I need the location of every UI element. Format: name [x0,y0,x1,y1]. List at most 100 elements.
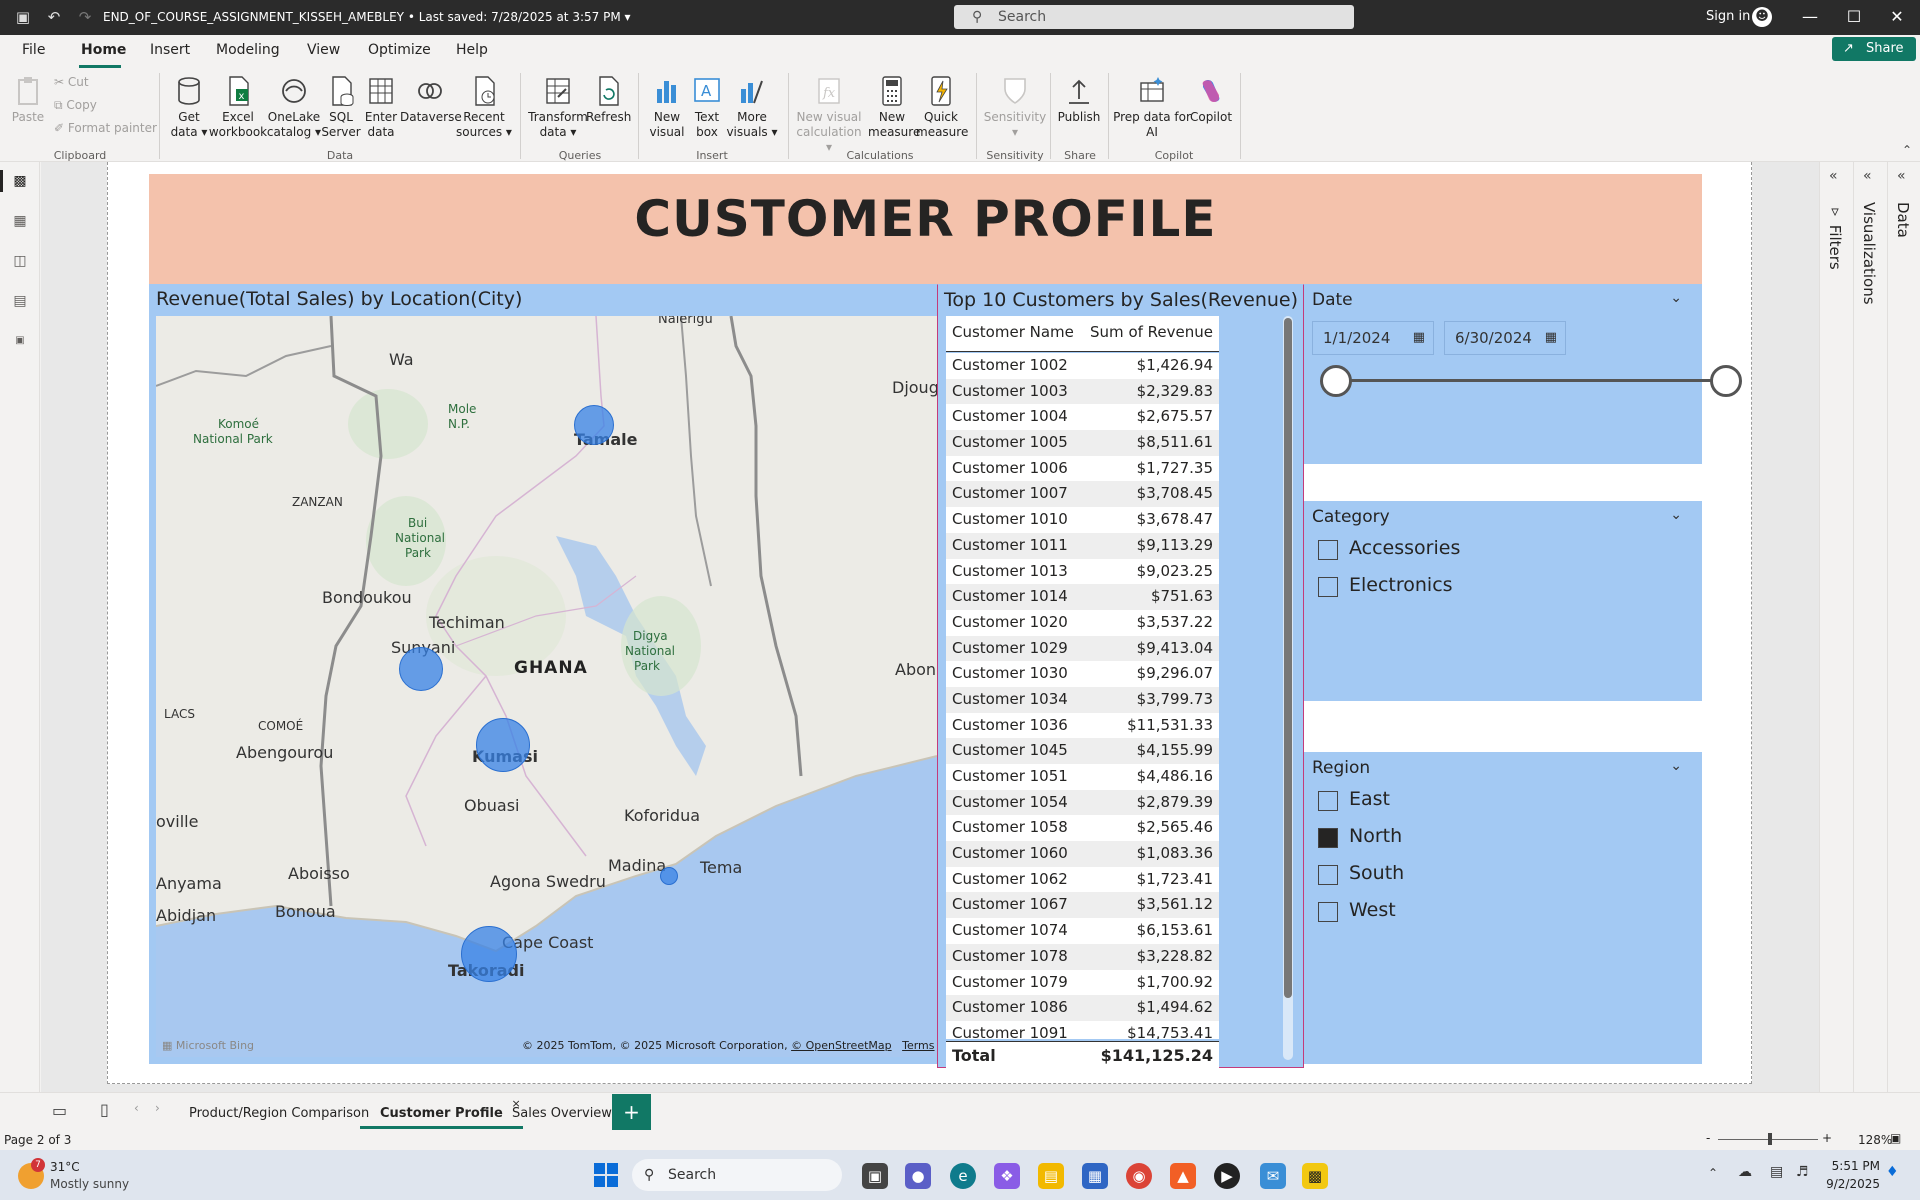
menu-help[interactable]: Help [456,42,488,58]
minimize-icon[interactable]: — [1798,5,1822,29]
table-row[interactable]: Customer 1004 $2,675.57 [946,404,1219,430]
table-row[interactable]: Customer 1013 $9,023.25 [946,559,1219,585]
new-measure-button[interactable]: New measure [868,75,920,140]
paste-button[interactable]: Paste [10,75,46,125]
table-row[interactable]: Customer 1030 $9,296.07 [946,661,1219,687]
avatar-icon[interactable]: ☻ [1752,7,1772,27]
windows-start-icon[interactable] [594,1163,618,1187]
publish-button[interactable]: Publish [1054,75,1104,125]
table-row[interactable]: Customer 1067 $3,561.12 [946,892,1219,919]
table-row[interactable]: Customer 1002 $1,426.94 [946,353,1219,379]
table-row[interactable]: Customer 1062 $1,723.41 [946,867,1219,893]
chrome-icon[interactable]: ◉ [1126,1163,1152,1189]
store-icon[interactable]: ▦ [1082,1163,1108,1189]
network-icon[interactable]: ▤ [1770,1164,1783,1180]
calendar-icon[interactable]: ▦ [1413,322,1425,354]
tab-scroll-right-icon[interactable]: › [155,1101,160,1115]
media-player-icon[interactable]: ▶ [1214,1163,1240,1189]
checkbox[interactable] [1318,865,1338,885]
map-bubble-sunyani[interactable] [399,647,443,691]
fit-to-page-icon[interactable]: ▣ [1890,1131,1901,1145]
top-customers-table-visual[interactable]: Top 10 Customers by Sales(Revenue) Custo… [937,284,1304,1069]
chevron-down-icon[interactable]: ⌄ [1670,507,1682,523]
map-bubble-takoradi[interactable] [461,926,517,982]
zoom-in-button[interactable]: + [1822,1131,1832,1145]
region-slicer[interactable]: Region ⌄ East North South West [1304,752,1702,1064]
tab-product-region-comparison[interactable]: Product/Region Comparison [189,1099,369,1129]
menu-insert[interactable]: Insert [150,42,190,58]
column-header-customer-name[interactable]: Customer Name [952,323,1074,341]
end-date-input[interactable]: 6/30/2024 ▦ [1444,321,1566,355]
report-view-icon[interactable]: ▩ [10,172,30,190]
menu-home[interactable]: Home [81,42,126,58]
close-icon[interactable]: ✕ [1885,5,1909,29]
map-visual[interactable]: Revenue(Total Sales) by Location(City) N… [149,284,937,1064]
tmdl-view-icon[interactable]: ▣ [10,332,30,350]
table-row[interactable]: Customer 1086 $1,494.62 [946,995,1219,1021]
task-view-icon[interactable]: ▣ [862,1163,888,1189]
format-painter-button[interactable]: ✐ Format painter [54,121,157,135]
table-row[interactable]: Customer 1014 $751.63 [946,584,1219,610]
table-row[interactable]: Customer 1005 $8,511.61 [946,430,1219,456]
recent-sources-button[interactable]: Recent sources ▾ [456,75,512,140]
slider-start-handle[interactable] [1320,365,1352,397]
map-bubble-tamale[interactable] [574,405,614,445]
sign-in-link[interactable]: Sign in [1706,9,1750,24]
enter-data-button[interactable]: Enter data [358,75,404,140]
bell-icon[interactable]: ♦ [1886,1164,1899,1180]
get-data-button[interactable]: Get data ▾ [164,75,214,140]
model-view-icon[interactable]: ◫ [10,252,30,270]
map-bubble-tema[interactable] [660,867,678,885]
onedrive-icon[interactable]: ☁ [1738,1164,1752,1180]
table-row[interactable]: Customer 1006 $1,727.35 [946,456,1219,482]
table-scrollbar[interactable] [1283,316,1293,1060]
category-slicer[interactable]: Category ⌄ Accessories Electronics [1304,501,1702,701]
prep-data-for-ai-button[interactable]: Prep data for AI [1112,75,1192,140]
visualizations-pane-collapsed[interactable]: « Visualizations [1853,162,1886,1092]
text-box-button[interactable]: A Text box [688,75,726,140]
excel-workbook-button[interactable]: x Excel workbook [208,75,268,140]
taskbar-search[interactable]: ⚲ Search [632,1159,842,1191]
osm-link[interactable]: © OpenStreetMap [791,1039,892,1052]
terms-link[interactable]: Terms [902,1039,934,1052]
table-row[interactable]: Customer 1079 $1,700.92 [946,970,1219,996]
calendar-icon[interactable]: ▦ [1545,322,1557,354]
table-row[interactable]: Customer 1060 $1,083.36 [946,841,1219,867]
volume-icon[interactable]: ♬ [1796,1164,1809,1180]
table-row[interactable]: Customer 1078 $3,228.82 [946,943,1219,970]
tab-scroll-left-icon[interactable]: ‹ [134,1101,139,1115]
table-row[interactable]: Customer 1051 $4,486.16 [946,764,1219,790]
table-row[interactable]: Customer 1029 $9,413.04 [946,635,1219,662]
undo-icon[interactable]: ↶ [45,8,63,26]
chevrons-left-icon[interactable]: « [1897,168,1906,184]
mobile-layout-icon[interactable]: ▯ [100,1100,109,1119]
menu-file[interactable]: File [22,42,45,58]
table-row[interactable]: Customer 1058 $2,565.46 [946,815,1219,841]
column-header-sum-of-revenue[interactable]: Sum of Revenue [1090,323,1213,341]
copy-button[interactable]: ⧉ Copy [54,98,97,113]
table-row[interactable]: Customer 1045 $4,155.99 [946,738,1219,764]
refresh-button[interactable]: Refresh [586,75,631,125]
more-visuals-button[interactable]: More visuals ▾ [726,75,778,140]
cut-button[interactable]: ✂ Cut [54,75,89,89]
redo-icon[interactable]: ↷ [76,8,94,26]
maximize-icon[interactable]: ☐ [1842,5,1866,29]
map-bubble-kumasi[interactable] [476,718,530,772]
chevron-down-icon[interactable]: ⌄ [1670,290,1682,306]
table-row[interactable]: Customer 1007 $3,708.45 [946,481,1219,508]
power-bi-icon[interactable]: ▩ [1302,1163,1328,1189]
transform-data-button[interactable]: Transform data ▾ [528,75,588,140]
menu-view[interactable]: View [307,42,340,58]
desktop-layout-icon[interactable]: ▭ [52,1101,67,1120]
new-visual-button[interactable]: New visual [646,75,688,140]
date-slicer[interactable]: Date ⌄ 1/1/2024 ▦ 6/30/2024 ▦ [1304,284,1742,464]
sensitivity-button[interactable]: Sensitivity ▾ [980,75,1050,140]
data-pane-collapsed[interactable]: « Data [1887,162,1920,1092]
tab-sales-overview[interactable]: Sales Overview [512,1099,612,1129]
chevrons-left-icon[interactable]: « [1863,168,1872,184]
menu-modeling[interactable]: Modeling [216,42,280,58]
menu-optimize[interactable]: Optimize [368,42,431,58]
table-row[interactable]: Customer 1036 $11,531.33 [946,713,1219,739]
table-row[interactable]: Customer 1054 $2,879.39 [946,789,1219,816]
table-row[interactable]: Customer 1003 $2,329.83 [946,378,1219,405]
